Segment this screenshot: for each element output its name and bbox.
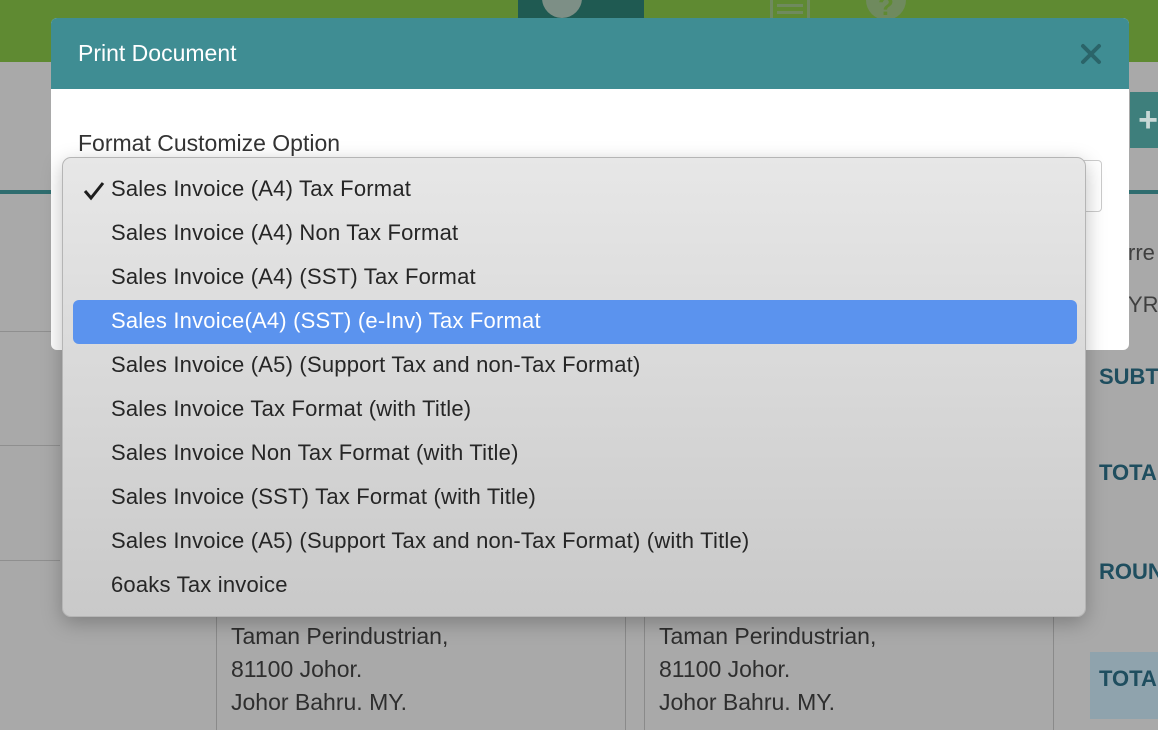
format-dropdown-list: Sales Invoice (A4) Tax Format Sales Invoi… (62, 157, 1086, 617)
address-line: Johor Bahru. MY. (659, 689, 836, 715)
dropdown-option[interactable]: Sales Invoice (A5) (Support Tax and non-… (73, 520, 1077, 564)
currency-value-fragment: YR (1128, 292, 1158, 317)
dropdown-option[interactable]: 6oaks Tax invoice (73, 564, 1077, 608)
rounding-label: ROUN (1099, 559, 1158, 584)
dropdown-option-label: Sales Invoice (A4) (SST) Tax Format (111, 264, 476, 289)
dropdown-option-label: Sales Invoice (SST) Tax Format (with Tit… (111, 484, 537, 509)
currency-label-fragment: rre (1128, 240, 1155, 265)
dropdown-option[interactable]: Sales Invoice (A4) Non Tax Format (73, 212, 1077, 256)
address-line: Johor Bahru. MY. (231, 689, 408, 715)
dropdown-option[interactable]: Sales Invoice Non Tax Format (with Title… (73, 432, 1077, 476)
checkmark-icon (83, 182, 105, 201)
user-icon (542, 0, 582, 18)
address-line: Taman Perindustrian, (231, 623, 449, 649)
format-option-label: Format Customize Option (78, 130, 341, 156)
dropdown-option-label: Sales Invoice(A4) (SST) (e-Inv) Tax Form… (111, 308, 541, 333)
dropdown-option-label: Sales Invoice Tax Format (with Title) (111, 396, 472, 421)
add-button[interactable]: + (1130, 92, 1158, 148)
dropdown-option-label: Sales Invoice Non Tax Format (with Title… (111, 440, 519, 465)
dropdown-option-label: Sales Invoice (A4) Non Tax Format (111, 220, 459, 245)
address-line: 81100 Johor. (231, 656, 363, 682)
address-line: 81100 Johor. (659, 656, 791, 682)
dropdown-option[interactable]: Sales Invoice Tax Format (with Title) (73, 388, 1077, 432)
modal-header: Print Document (51, 18, 1129, 89)
subtotal-label: SUBT (1099, 364, 1158, 389)
table-row-divider (0, 445, 60, 446)
dropdown-option-label: 6oaks Tax invoice (111, 572, 288, 597)
dropdown-option-label: Sales Invoice (A5) (Support Tax and non-… (111, 528, 750, 553)
address-line: Taman Perindustrian, (659, 623, 877, 649)
dropdown-option[interactable]: Sales Invoice (A5) (Support Tax and non-… (73, 344, 1077, 388)
table-row-divider (0, 560, 60, 561)
delivery-address: Taman Perindustrian, 81100 Johor. Johor … (644, 600, 1054, 730)
grand-total-label: TOTA (1099, 666, 1157, 691)
dropdown-option-label: Sales Invoice (A4) Tax Format (111, 176, 412, 201)
dropdown-option-label: Sales Invoice (A5) (Support Tax and non-… (111, 352, 641, 377)
dropdown-option[interactable]: Sales Invoice (A4) (SST) Tax Format (73, 256, 1077, 300)
total-label: TOTA (1099, 460, 1157, 485)
dropdown-option[interactable]: Sales Invoice(A4) (SST) (e-Inv) Tax Form… (73, 300, 1077, 344)
close-icon[interactable] (1079, 42, 1103, 66)
help-icon[interactable]: ? (866, 0, 906, 21)
dropdown-option[interactable]: Sales Invoice (A4) Tax Format (73, 168, 1077, 212)
billing-address: Taman Perindustrian, 81100 Johor. Johor … (216, 600, 626, 730)
dropdown-option[interactable]: Sales Invoice (SST) Tax Format (with Tit… (73, 476, 1077, 520)
modal-title: Print Document (78, 40, 237, 66)
